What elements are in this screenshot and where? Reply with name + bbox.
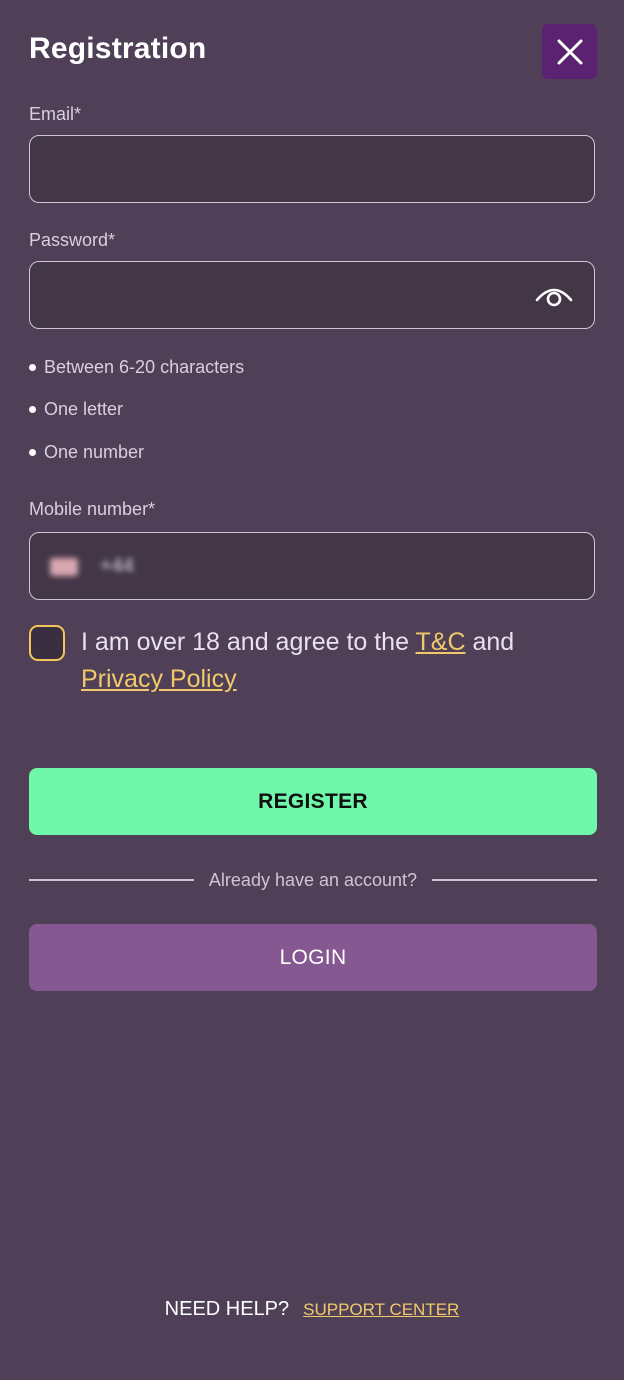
toggle-password-visibility-button[interactable] xyxy=(534,280,574,312)
mobile-field-box: +44 xyxy=(29,532,595,600)
password-field[interactable] xyxy=(30,262,594,328)
password-rule-text: One letter xyxy=(44,399,124,420)
help-footer: NEED HELP? SUPPORT CENTER xyxy=(0,1298,624,1321)
password-rule: Between 6-20 characters xyxy=(29,346,244,389)
password-field-box xyxy=(29,261,595,329)
close-icon xyxy=(557,39,582,64)
account-divider: Already have an account? xyxy=(29,866,597,894)
password-rules: Between 6-20 characters One letter One n… xyxy=(29,346,244,474)
password-rule: One number xyxy=(29,431,244,474)
password-rule-text: One number xyxy=(44,441,145,462)
email-label: Email* xyxy=(29,104,82,124)
close-button[interactable] xyxy=(542,24,597,79)
divider-text: Already have an account? xyxy=(208,869,418,890)
support-center-link[interactable]: SUPPORT CENTER xyxy=(303,1300,459,1320)
age-terms-checkbox[interactable] xyxy=(29,625,65,661)
divider-line xyxy=(29,879,194,881)
country-code: +44 xyxy=(100,555,134,577)
divider-line xyxy=(432,879,597,881)
email-field-box xyxy=(29,135,595,203)
email-field[interactable] xyxy=(30,136,594,202)
password-rule-text: Between 6-20 characters xyxy=(44,356,245,377)
privacy-policy-link[interactable]: Privacy Policy xyxy=(81,665,237,693)
tc-link[interactable]: T&C xyxy=(416,628,466,656)
mobile-label: Mobile number* xyxy=(29,499,156,519)
consent-text-before: I am over 18 and agree to the xyxy=(81,628,416,656)
country-code-selector[interactable]: +44 xyxy=(50,555,134,578)
country-flag-icon xyxy=(50,557,78,576)
password-label: Password* xyxy=(29,230,116,250)
login-button[interactable]: LOGIN xyxy=(29,924,597,991)
eye-icon xyxy=(535,288,573,307)
need-help-text: NEED HELP? xyxy=(164,1298,290,1320)
bullet-icon xyxy=(29,406,36,414)
bullet-icon xyxy=(29,363,36,371)
bullet-icon xyxy=(29,448,36,456)
consent-text-middle: and xyxy=(465,628,515,656)
register-button[interactable]: REGISTER xyxy=(29,768,597,835)
consent-text: I am over 18 and agree to the T&C and Pr… xyxy=(81,624,596,698)
password-rule: One letter xyxy=(29,389,244,432)
page-title: Registration xyxy=(29,32,207,65)
